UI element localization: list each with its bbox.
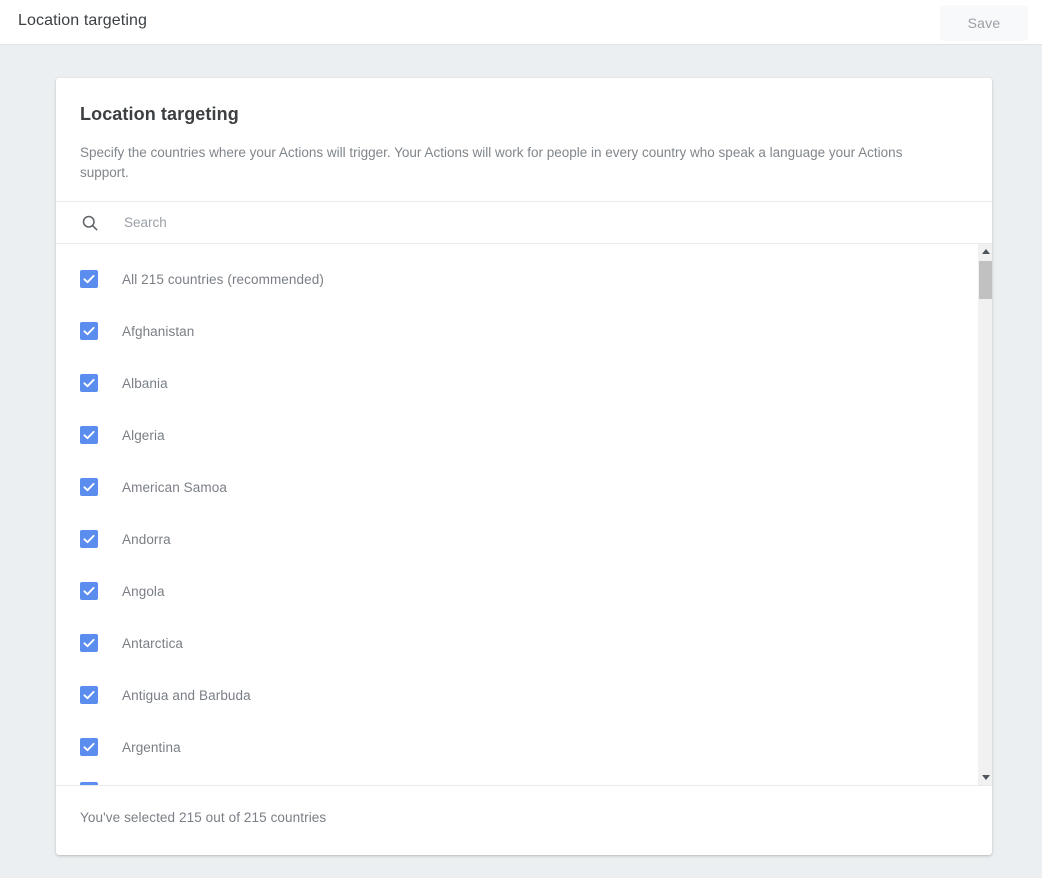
country-list-scroll-area[interactable]: All 215 countries (recommended) Afghanist… [56,244,977,785]
country-checkbox[interactable] [80,686,98,704]
country-label: Algeria [122,428,165,443]
scrollbar-up-button[interactable] [978,244,992,259]
search-row[interactable] [56,201,992,244]
search-input[interactable] [122,214,766,231]
check-icon [82,532,96,546]
country-row[interactable]: Afghanistan [56,314,977,348]
country-checkbox[interactable] [80,530,98,548]
page-title: Location targeting [18,12,147,30]
location-targeting-card: Location targeting Specify the countries… [56,78,992,855]
country-checkbox[interactable] [80,322,98,340]
scrollbar-down-button[interactable] [978,770,992,785]
card-footer: You've selected 215 out of 215 countries [56,785,992,848]
check-icon [82,784,96,785]
check-icon [82,376,96,390]
country-row[interactable]: Antarctica [56,626,977,660]
country-row[interactable]: Albania [56,366,977,400]
country-label: American Samoa [122,480,227,495]
chevron-down-icon [982,775,990,780]
country-label: Angola [122,584,165,599]
country-checkbox[interactable] [80,270,98,288]
check-icon [82,740,96,754]
country-checkbox[interactable] [80,374,98,392]
check-icon [82,584,96,598]
app-bar: Location targeting Save [0,0,1042,45]
country-row[interactable]: Antigua and Barbuda [56,678,977,712]
card-header: Location targeting Specify the countries… [56,78,992,201]
search-icon [80,213,100,233]
country-checkbox[interactable] [80,478,98,496]
card-description: Specify the countries where your Actions… [80,143,950,201]
check-icon [82,688,96,702]
country-list: All 215 countries (recommended) Afghanist… [56,244,992,785]
check-icon [82,480,96,494]
selection-status: You've selected 215 out of 215 countries [80,810,326,825]
country-checkbox[interactable] [80,426,98,444]
check-icon [82,428,96,442]
country-label: Albania [122,376,168,391]
country-row[interactable]: American Samoa [56,470,977,504]
scrollbar-thumb[interactable] [979,261,992,299]
country-checkbox[interactable] [80,782,98,785]
country-checkbox[interactable] [80,582,98,600]
country-list-scrollbar[interactable] [977,244,992,785]
country-label: Antarctica [122,636,183,651]
country-label: Antigua and Barbuda [122,688,251,703]
check-icon [82,272,96,286]
check-icon [82,636,96,650]
country-checkbox[interactable] [80,738,98,756]
check-icon [82,324,96,338]
card-title: Location targeting [80,104,968,125]
country-label: Argentina [122,740,181,755]
country-row-partial[interactable] [56,782,977,785]
country-row[interactable]: Argentina [56,730,977,764]
country-checkbox[interactable] [80,634,98,652]
country-row[interactable]: Algeria [56,418,977,452]
country-label: Andorra [122,532,171,547]
country-row[interactable]: Angola [56,574,977,608]
save-button[interactable]: Save [940,5,1028,41]
country-label: Afghanistan [122,324,194,339]
country-label: All 215 countries (recommended) [122,272,324,287]
country-row[interactable]: Andorra [56,522,977,556]
country-row[interactable]: All 215 countries (recommended) [56,262,977,296]
chevron-up-icon [982,249,990,254]
